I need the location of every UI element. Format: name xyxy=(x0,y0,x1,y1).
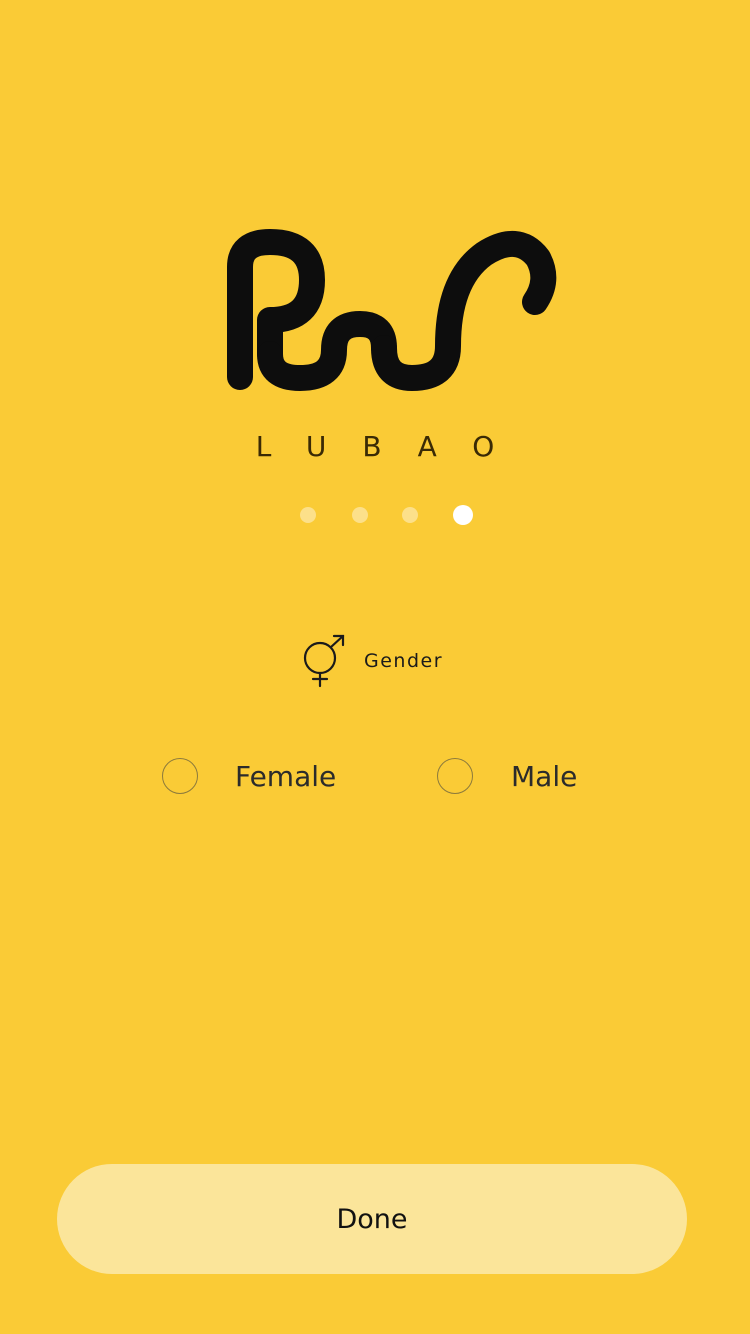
page-indicator xyxy=(0,505,750,525)
page-dot-1 xyxy=(300,507,316,523)
male-radio[interactable] xyxy=(437,758,473,794)
male-label[interactable]: Male xyxy=(511,760,577,793)
page-dot-3 xyxy=(402,507,418,523)
logo-subtitle: LUBAO xyxy=(255,430,531,463)
gender-header: Gender xyxy=(300,634,443,688)
male-option[interactable]: Male xyxy=(437,754,577,798)
page-dot-2 xyxy=(352,507,368,523)
app-logo xyxy=(227,229,557,391)
gender-label: Gender xyxy=(364,650,444,672)
female-option[interactable]: Female xyxy=(162,754,336,798)
female-label[interactable]: Female xyxy=(235,760,336,793)
page-dot-4-active xyxy=(453,505,473,525)
female-radio[interactable] xyxy=(162,758,198,794)
gender-icon xyxy=(303,634,345,688)
done-button[interactable]: Done xyxy=(57,1164,687,1274)
